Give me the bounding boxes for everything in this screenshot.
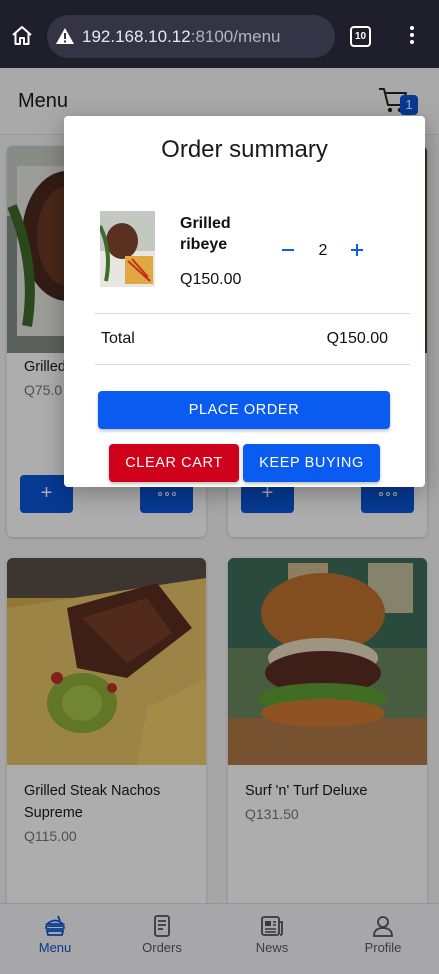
browser-toolbar: 192.168.10.12:8100/menu 10: [0, 0, 439, 68]
total-value: Q150.00: [326, 330, 388, 347]
decrease-quantity-button[interactable]: [278, 240, 298, 260]
clear-cart-button[interactable]: CLEAR CART: [109, 444, 239, 482]
url-path: :8100/menu: [190, 27, 281, 46]
url-text[interactable]: 192.168.10.12:8100/menu: [82, 27, 281, 47]
place-order-button[interactable]: PLACE ORDER: [98, 391, 390, 429]
order-item-image: [100, 211, 155, 287]
modal-title: Order summary: [161, 136, 328, 163]
order-item-price: Q150.00: [180, 271, 242, 288]
keep-buying-button[interactable]: KEEP BUYING: [243, 444, 380, 482]
tabs-icon[interactable]: 10: [350, 26, 371, 47]
warning-icon[interactable]: [55, 27, 75, 45]
url-host: 192.168.10.12: [82, 27, 191, 46]
divider: [95, 313, 410, 314]
home-icon[interactable]: [10, 24, 34, 48]
divider: [95, 364, 410, 365]
total-label: Total: [101, 330, 135, 347]
kebab-menu-icon[interactable]: [406, 24, 418, 48]
address-bar[interactable]: 192.168.10.12:8100/menu: [47, 15, 335, 58]
order-summary-modal: Order summary Grilled ribeye Q150.00 2 T…: [64, 116, 425, 487]
increase-quantity-button[interactable]: [347, 240, 367, 260]
quantity-value: 2: [318, 242, 328, 259]
order-item-name: Grilled ribeye: [180, 215, 231, 253]
